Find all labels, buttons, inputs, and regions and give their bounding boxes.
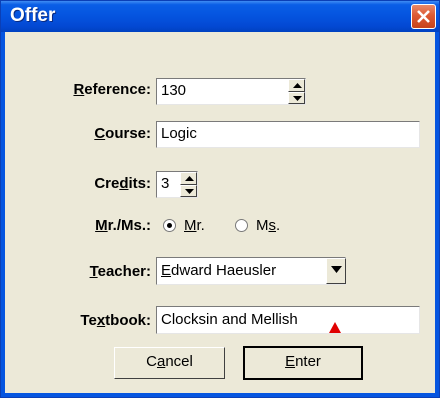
- mr-radio[interactable]: [163, 219, 176, 232]
- cancel-button[interactable]: Cancel: [114, 347, 225, 379]
- enter-button[interactable]: Enter: [243, 346, 363, 380]
- reference-spin-buttons: [288, 79, 305, 104]
- reference-spinner[interactable]: 130: [156, 78, 306, 105]
- reference-spin-up[interactable]: [288, 79, 305, 92]
- credits-spin-up[interactable]: [180, 172, 197, 185]
- title-choice-label: Mr./Ms.:: [95, 217, 151, 234]
- arrow-down-icon: [185, 188, 194, 194]
- teacher-label: Teacher:: [89, 263, 151, 280]
- reference-spin-down[interactable]: [288, 91, 305, 104]
- arrow-up-icon: [185, 176, 194, 181]
- reference-label: Reference:: [73, 81, 151, 98]
- arrow-down-icon: [293, 95, 302, 101]
- ms-radio-label[interactable]: Ms.: [256, 217, 280, 234]
- teacher-value: Edward Haeusler: [161, 262, 277, 279]
- course-value: Logic: [161, 125, 197, 142]
- credits-value: 3: [161, 175, 170, 192]
- arrow-up-icon: [293, 83, 302, 88]
- textbook-input[interactable]: Clocksin and Mellish: [156, 306, 420, 334]
- chevron-down-icon: [331, 266, 342, 273]
- offer-dialog: Offer Reference: 130 Course: Logic Credi…: [0, 0, 440, 398]
- ms-radio[interactable]: [235, 219, 248, 232]
- close-button[interactable]: [411, 4, 436, 29]
- textbook-value: Clocksin and Mellish: [161, 311, 298, 328]
- close-icon: [417, 10, 430, 23]
- textbook-label: Textbook:: [80, 312, 151, 329]
- reference-value: 130: [161, 82, 187, 99]
- credits-spin-buttons: [180, 172, 197, 197]
- window-title: Offer: [10, 5, 56, 26]
- course-label: Course:: [94, 125, 151, 142]
- text-cursor-icon: [329, 322, 341, 333]
- title-bar[interactable]: Offer: [1, 1, 439, 32]
- window-frame-right: [435, 32, 439, 397]
- teacher-select[interactable]: Edward Haeusler: [156, 257, 346, 285]
- radio-selected-dot: [167, 223, 172, 228]
- credits-spin-down[interactable]: [180, 184, 197, 197]
- course-input[interactable]: Logic: [156, 121, 420, 148]
- mr-radio-label[interactable]: Mr.: [184, 217, 205, 234]
- credits-label: Credits:: [94, 175, 151, 192]
- window-frame-bottom: [1, 393, 439, 397]
- teacher-dropdown-button[interactable]: [326, 258, 346, 284]
